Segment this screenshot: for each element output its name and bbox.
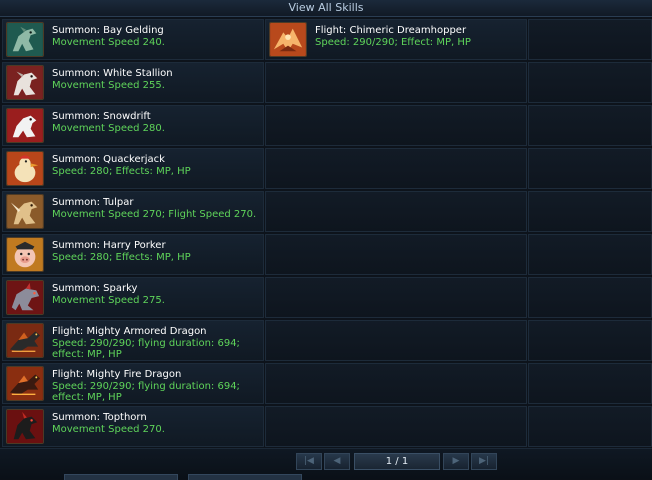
empty-slot[interactable]	[265, 104, 527, 147]
bottom-tab[interactable]	[64, 474, 178, 480]
empty-slot[interactable]	[528, 276, 652, 319]
skill-desc: Movement Speed 270.	[52, 423, 165, 435]
empty-slot[interactable]	[528, 104, 652, 147]
topthorn-icon	[6, 408, 44, 444]
desc-line: Speed: 290/290; flying duration: 694;	[52, 380, 240, 392]
skill-name: Flight: Chimeric Dreamhopper	[315, 25, 467, 36]
skill-desc: Speed: 280; Effects: MP, HP	[52, 165, 191, 177]
fire-dragon-icon	[6, 365, 44, 401]
empty-slot[interactable]	[265, 190, 527, 233]
skill-slot-mighty-fire-dragon[interactable]: Flight: Mighty Fire Dragon Speed: 290/29…	[2, 362, 264, 405]
skill-desc: Speed: 290/290; flying duration: 694; ef…	[52, 380, 259, 404]
duck-icon	[6, 150, 44, 186]
skill-name: Flight: Mighty Fire Dragon	[52, 368, 182, 380]
empty-slot[interactable]	[265, 405, 527, 448]
empty-slot[interactable]	[265, 276, 527, 319]
skill-desc: Movement Speed 275.	[52, 294, 165, 306]
skill-desc: Movement Speed 280.	[52, 122, 165, 134]
desc-line: effect: MP, HP	[52, 349, 122, 361]
skill-slot-sparky[interactable]: Summon: Sparky Movement Speed 275.	[2, 276, 264, 319]
skill-desc: Movement Speed 240.	[52, 37, 165, 48]
pagination-bar: |◀ ◀ 1 / 1 ▶ ▶|	[0, 448, 652, 480]
empty-slot[interactable]	[528, 362, 652, 405]
skill-name: Summon: Tulpar	[52, 196, 134, 208]
skill-slot-topthorn[interactable]: Summon: Topthorn Movement Speed 270.	[2, 405, 264, 448]
desc-line: effect: MP, HP	[52, 392, 122, 404]
pig-icon	[6, 236, 44, 272]
empty-slot[interactable]	[528, 147, 652, 190]
empty-slot[interactable]	[528, 190, 652, 233]
empty-slot[interactable]	[265, 61, 527, 104]
skill-name: Flight: Mighty Armored Dragon	[52, 325, 207, 337]
tulpar-icon	[6, 193, 44, 229]
empty-slot[interactable]	[528, 61, 652, 104]
skill-name: Summon: Snowdrift	[52, 110, 151, 122]
skill-slot-tulpar[interactable]: Summon: Tulpar Movement Speed 270; Fligh…	[2, 190, 264, 233]
empty-slot[interactable]	[528, 233, 652, 276]
empty-slot[interactable]	[528, 319, 652, 362]
skill-slot-chimeric-dreamhopper[interactable]: Flight: Chimeric Dreamhopper Speed: 290/…	[265, 19, 527, 61]
bottom-tab[interactable]	[188, 474, 302, 480]
skill-slot-mighty-armored-dragon[interactable]: Flight: Mighty Armored Dragon Speed: 290…	[2, 319, 264, 362]
skill-desc: Movement Speed 255.	[52, 79, 165, 91]
dreamhopper-icon	[269, 22, 307, 57]
armored-dragon-icon	[6, 322, 44, 358]
skill-slot-quackerjack[interactable]: Summon: Quackerjack Speed: 280; Effects:…	[2, 147, 264, 190]
skill-desc: Speed: 280; Effects: MP, HP	[52, 251, 191, 263]
window-title: View All Skills	[288, 1, 364, 14]
title-bar: View All Skills	[0, 0, 652, 17]
skill-desc: Speed: 290/290; Effect: MP, HP	[315, 37, 471, 48]
skill-name: Summon: Sparky	[52, 282, 138, 294]
skills-grid: Summon: Bay Gelding Movement Speed 240. …	[2, 19, 652, 448]
skill-slot-snowdrift[interactable]: Summon: Snowdrift Movement Speed 280.	[2, 104, 264, 147]
first-page-icon[interactable]: |◀	[296, 453, 322, 470]
skill-name: Summon: White Stallion	[52, 67, 173, 79]
skill-name: Summon: Quackerjack	[52, 153, 165, 165]
page-indicator: 1 / 1	[354, 453, 440, 470]
skills-window: View All Skills Summon: Bay Gelding Move…	[0, 0, 652, 480]
desc-line: Speed: 290/290; flying duration: 694;	[52, 337, 240, 349]
empty-slot[interactable]	[265, 147, 527, 190]
empty-slot[interactable]	[265, 362, 527, 405]
empty-slot[interactable]	[528, 405, 652, 448]
prev-page-icon[interactable]: ◀	[324, 453, 350, 470]
empty-slot[interactable]	[265, 319, 527, 362]
skill-slot-harry-porker[interactable]: Summon: Harry Porker Speed: 280; Effects…	[2, 233, 264, 276]
skill-name: Summon: Harry Porker	[52, 239, 166, 251]
stallion-icon	[6, 64, 44, 100]
next-page-icon[interactable]: ▶	[443, 453, 469, 470]
skill-name: Summon: Topthorn	[52, 411, 147, 423]
last-page-icon[interactable]: ▶|	[471, 453, 497, 470]
skill-slot-bay-gelding[interactable]: Summon: Bay Gelding Movement Speed 240.	[2, 19, 264, 61]
skill-desc: Movement Speed 270; Flight Speed 270.	[52, 208, 257, 220]
empty-slot[interactable]	[265, 233, 527, 276]
empty-slot[interactable]	[528, 19, 652, 61]
skill-name: Summon: Bay Gelding	[52, 25, 164, 36]
skill-desc: Speed: 290/290; flying duration: 694; ef…	[52, 337, 259, 361]
snowdrift-icon	[6, 107, 44, 143]
skill-slot-white-stallion[interactable]: Summon: White Stallion Movement Speed 25…	[2, 61, 264, 104]
sparky-icon	[6, 279, 44, 315]
horse-icon	[6, 22, 44, 57]
